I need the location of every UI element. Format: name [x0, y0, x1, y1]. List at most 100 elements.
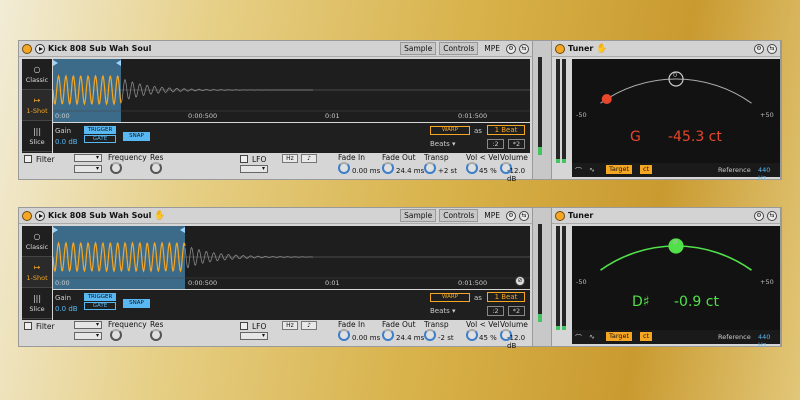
fade-out-knob[interactable]	[382, 329, 394, 341]
simpler-device: Kick 808 Sub Wah Soul Sample Controls MP…	[19, 41, 533, 183]
lfo-toggle[interactable]	[240, 155, 248, 163]
settings-icon[interactable]: ⚙	[506, 210, 516, 221]
cents-button[interactable]: ct	[640, 332, 653, 341]
lfo-hz-button[interactable]: Hz	[282, 154, 298, 163]
fade-in-knob[interactable]	[338, 162, 350, 174]
histogram-view-icon[interactable]: ∿	[589, 333, 595, 341]
filter-type-dropdown[interactable]: ▾	[74, 154, 102, 162]
lfo-toggle[interactable]	[240, 322, 248, 330]
gate-button[interactable]: GATE	[84, 135, 116, 143]
filter-slope-dropdown[interactable]: ▾	[74, 332, 102, 340]
gain-value[interactable]: 0.0 dB	[55, 138, 78, 146]
fade-in-knob[interactable]	[338, 329, 350, 341]
device-divider	[533, 41, 551, 179]
transpose-knob[interactable]	[424, 329, 436, 341]
target-button[interactable]: Target	[606, 332, 633, 341]
settings-icon[interactable]: ⚙	[506, 43, 516, 54]
lfo-sync-button[interactable]: ♪	[301, 321, 317, 330]
mode-label: Classic	[25, 75, 49, 84]
tab-mpe[interactable]: MPE	[481, 210, 503, 221]
filter-toggle[interactable]	[24, 155, 32, 163]
warp-mode-select[interactable]: Beats ▾	[430, 307, 456, 315]
fade-in-value: 0.00 ms	[352, 167, 381, 175]
frequency-knob[interactable]	[110, 329, 122, 341]
trigger-button[interactable]: TRIGGER	[84, 126, 116, 134]
device-power-icon[interactable]	[555, 210, 565, 221]
mode-one-shot[interactable]: ↦ 1-Shot	[22, 90, 52, 121]
trigger-button[interactable]: TRIGGER	[84, 293, 116, 301]
warp-button[interactable]: WARP	[430, 126, 470, 135]
vol-vel-knob[interactable]	[466, 329, 478, 341]
device-rack-2: Kick 808 Sub Wah Soul ✋ Sample Controls …	[18, 207, 782, 350]
res-knob[interactable]	[150, 329, 162, 341]
half-length-button[interactable]: :2	[487, 139, 504, 149]
tab-controls[interactable]: Controls	[439, 42, 479, 55]
tuner-note: D♯	[632, 294, 650, 310]
res-knob[interactable]	[150, 162, 162, 174]
mode-slice[interactable]: ||| Slice	[22, 121, 52, 152]
tab-controls[interactable]: Controls	[439, 209, 479, 222]
tuner-titlebar: Tuner ✋ ⚙ ⇆	[552, 41, 780, 57]
mode-classic[interactable]: ○ Classic	[22, 59, 52, 90]
tab-mpe[interactable]: MPE	[481, 43, 503, 54]
gain-value[interactable]: 0.0 dB	[55, 305, 78, 313]
vol-vel-value: 45 %	[479, 167, 497, 175]
warp-mode-select[interactable]: Beats ▾	[430, 140, 456, 148]
timeline-label: 0:00	[55, 279, 70, 287]
histogram-view-icon[interactable]: ∿	[589, 166, 595, 174]
zoom-icon[interactable]: ⊘	[515, 276, 525, 286]
lfo-sync-button[interactable]: ♪	[301, 154, 317, 163]
end-marker-icon[interactable]	[180, 227, 185, 233]
filter-slope-dropdown[interactable]: ▾	[74, 165, 102, 173]
settings-icon[interactable]: ⚙	[754, 43, 764, 54]
waveform-display[interactable]: 0:00 0:00:500 0:01 0:01:500	[53, 59, 530, 122]
filter-toggle[interactable]	[24, 322, 32, 330]
double-length-button[interactable]: *2	[508, 139, 525, 149]
tab-sample[interactable]: Sample	[400, 209, 437, 222]
hot-swap-icon[interactable]: ⇆	[519, 210, 529, 221]
end-marker-icon[interactable]	[116, 60, 121, 66]
mode-slice[interactable]: ||| Slice	[22, 288, 52, 319]
start-marker-icon[interactable]	[53, 227, 58, 233]
timeline-label: 0:00	[55, 112, 70, 120]
warp-button[interactable]: WARP	[430, 293, 470, 302]
double-length-button[interactable]: *2	[508, 306, 525, 316]
play-icon[interactable]	[35, 210, 45, 221]
arc-view-icon[interactable]: ⌒	[575, 166, 582, 176]
start-marker-icon[interactable]	[53, 60, 58, 66]
hot-swap-icon[interactable]: ⇆	[767, 43, 777, 54]
reference-value[interactable]: 440 Hz	[758, 166, 780, 182]
tab-sample[interactable]: Sample	[400, 42, 437, 55]
hot-swap-icon[interactable]: ⇆	[767, 210, 777, 221]
mode-one-shot[interactable]: ↦ 1-Shot	[22, 257, 52, 288]
warp-length-field[interactable]: 1 Beat	[487, 292, 525, 302]
play-icon[interactable]	[35, 43, 45, 54]
fade-in-value: 0.00 ms	[352, 334, 381, 342]
lfo-shape-dropdown[interactable]: ▾	[240, 332, 268, 340]
mode-classic[interactable]: ○ Classic	[22, 226, 52, 257]
device-power-icon[interactable]	[22, 43, 32, 54]
reference-value[interactable]: 440 Hz	[758, 333, 780, 349]
lfo-shape-dropdown[interactable]: ▾	[240, 165, 268, 173]
snap-button[interactable]: SNAP	[123, 132, 150, 141]
lfo-hz-button[interactable]: Hz	[282, 321, 298, 330]
vol-vel-knob[interactable]	[466, 162, 478, 174]
device-power-icon[interactable]	[22, 210, 32, 221]
fade-out-knob[interactable]	[382, 162, 394, 174]
filter-type-dropdown[interactable]: ▾	[74, 321, 102, 329]
arc-view-icon[interactable]: ⌒	[575, 333, 582, 343]
target-button[interactable]: Target	[606, 165, 633, 174]
device-power-icon[interactable]	[555, 43, 565, 54]
tuner-input-meter	[556, 59, 560, 163]
hot-swap-icon[interactable]: ⇆	[519, 43, 529, 54]
transpose-knob[interactable]	[424, 162, 436, 174]
gate-button[interactable]: GATE	[84, 302, 116, 310]
snap-button[interactable]: SNAP	[123, 299, 150, 308]
half-length-button[interactable]: :2	[487, 306, 504, 316]
tuner-display: 0 -50 +50 G -45.3 ct	[572, 59, 780, 163]
cents-button[interactable]: ct	[640, 165, 653, 174]
warp-length-field[interactable]: 1 Beat	[487, 125, 525, 135]
frequency-knob[interactable]	[110, 162, 122, 174]
waveform-display[interactable]: 0:00 0:00:500 0:01 0:01:500 ⊘	[53, 226, 530, 289]
settings-icon[interactable]: ⚙	[754, 210, 764, 221]
